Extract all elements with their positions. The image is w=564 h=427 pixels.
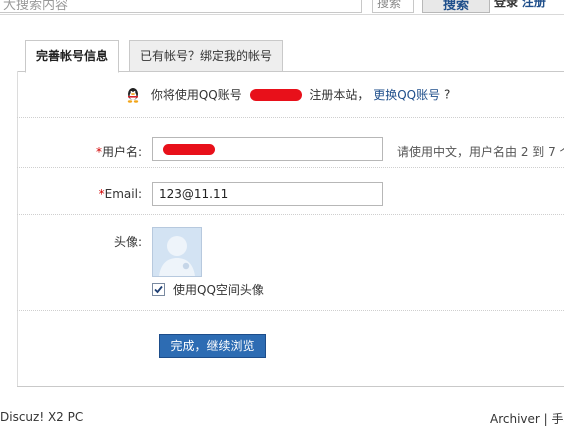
use-qq-avatar-label: 使用QQ空间头像 bbox=[173, 283, 264, 297]
search-placeholder: 大搜索内容 bbox=[3, 0, 69, 13]
search-scope-select[interactable]: 搜索 bbox=[372, 0, 414, 13]
form-frame-bottom bbox=[17, 386, 564, 387]
redacted-username bbox=[163, 144, 215, 155]
username-label-text: 用户名: bbox=[101, 145, 142, 159]
tab-bar: 完善帐号信息 已有帐号？绑定我的帐号 bbox=[17, 40, 564, 73]
notice-text-after: 注册本站， bbox=[309, 88, 370, 102]
qq-notice: 你将使用QQ账号 注册本站， 更换QQ账号 ? bbox=[125, 86, 450, 106]
divider bbox=[17, 310, 564, 311]
use-qq-avatar-option[interactable]: 使用QQ空间头像 bbox=[152, 281, 264, 298]
search-button[interactable]: 搜索 bbox=[422, 0, 490, 13]
submit-button[interactable]: 完成，继续浏览 bbox=[159, 334, 266, 358]
search-button-label: 搜索 bbox=[442, 0, 469, 13]
notice-text-before: 你将使用QQ账号 bbox=[150, 88, 242, 102]
tab-complete-account[interactable]: 完善帐号信息 bbox=[25, 40, 120, 73]
redacted-qq-number bbox=[249, 88, 302, 101]
change-qq-account-link[interactable]: 更换QQ账号 bbox=[373, 88, 440, 102]
username-label: *用户名: bbox=[22, 143, 142, 160]
default-avatar-icon bbox=[153, 228, 201, 276]
footer-links[interactable]: Archiver | 手机 bbox=[490, 410, 564, 427]
email-label: *Email: bbox=[22, 187, 142, 201]
footer-powered-by: Discuz! X2 PC bbox=[0, 410, 84, 424]
search-input[interactable]: 大搜索内容 bbox=[0, 0, 362, 13]
username-field[interactable] bbox=[152, 137, 383, 161]
qq-penguin-icon bbox=[125, 87, 141, 103]
divider bbox=[17, 117, 564, 118]
email-label-text: Email: bbox=[104, 187, 142, 201]
top-search-bar: 大搜索内容 搜索 搜索 登录 注册 bbox=[0, 0, 564, 15]
tab-bind-account[interactable]: 已有帐号？绑定我的帐号 bbox=[129, 40, 284, 72]
divider bbox=[17, 167, 564, 168]
form-frame-left bbox=[17, 71, 18, 387]
email-value: 123@11.11 bbox=[159, 187, 229, 201]
username-hint: 请使用中文，用户名由 2 到 7 个 bbox=[397, 145, 564, 159]
use-qq-avatar-checkbox[interactable] bbox=[152, 283, 165, 296]
avatar-image bbox=[152, 227, 202, 277]
email-field[interactable]: 123@11.11 bbox=[152, 182, 383, 206]
register-link[interactable]: 注册 bbox=[522, 0, 546, 9]
avatar-label: 头像: bbox=[113, 235, 142, 249]
search-scope-label: 搜索 bbox=[377, 0, 402, 10]
notice-question-mark: ? bbox=[443, 87, 451, 102]
checkmark-icon bbox=[154, 285, 163, 294]
top-links: 登录 注册 bbox=[494, 0, 546, 10]
divider bbox=[17, 214, 564, 215]
login-link[interactable]: 登录 bbox=[494, 0, 518, 9]
